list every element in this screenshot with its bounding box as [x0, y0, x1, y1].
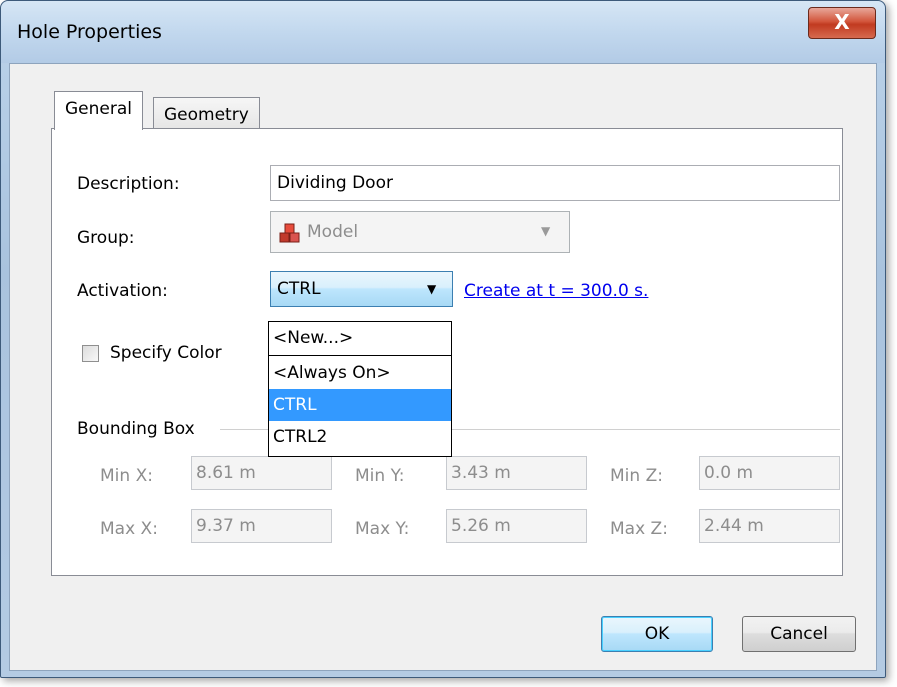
close-icon: X: [834, 10, 850, 34]
activation-dropdown-list: <New...> <Always On> CTRL CTRL2: [268, 321, 452, 457]
min-z-label: Min Z:: [610, 466, 663, 486]
description-input[interactable]: Dividing Door: [270, 165, 840, 201]
specify-color-checkbox[interactable]: [82, 345, 99, 362]
cancel-button-label: Cancel: [770, 624, 828, 644]
dropdown-option-label: CTRL: [273, 395, 317, 415]
max-y-value: 5.26 m: [451, 516, 511, 536]
dialog-title: Hole Properties: [17, 21, 162, 43]
dropdown-separator: [269, 355, 451, 356]
min-x-value: 8.61 m: [196, 463, 256, 483]
hole-properties-dialog: Hole Properties X General Geometry Descr…: [0, 0, 886, 678]
max-x-field[interactable]: 9.37 m: [191, 509, 332, 543]
min-x-field[interactable]: 8.61 m: [191, 456, 332, 490]
cancel-button[interactable]: Cancel: [742, 616, 856, 652]
min-y-value: 3.43 m: [451, 463, 511, 483]
create-event-link[interactable]: Create at t = 300.0 s.: [464, 281, 648, 301]
max-y-field[interactable]: 5.26 m: [446, 509, 587, 543]
min-y-field[interactable]: 3.43 m: [446, 456, 587, 490]
close-button[interactable]: X: [808, 7, 876, 39]
group-select[interactable]: Model ▼: [270, 211, 570, 253]
specify-color-label[interactable]: Specify Color: [110, 343, 222, 363]
activation-select[interactable]: CTRL ▼: [270, 271, 453, 307]
model-blocks-icon: [279, 223, 300, 243]
description-label: Description:: [77, 174, 180, 194]
dropdown-option-new[interactable]: <New...>: [269, 322, 451, 354]
dropdown-option-label: <New...>: [273, 328, 354, 348]
max-z-field[interactable]: 2.44 m: [699, 509, 840, 543]
dropdown-option-label: CTRL2: [273, 427, 328, 447]
dropdown-option-always-on[interactable]: <Always On>: [269, 357, 451, 389]
max-z-value: 2.44 m: [704, 516, 764, 536]
activation-value: CTRL: [277, 279, 321, 299]
dropdown-option-label: <Always On>: [273, 363, 391, 383]
chevron-down-icon: ▼: [541, 224, 551, 238]
dropdown-option-ctrl2[interactable]: CTRL2: [269, 421, 451, 453]
max-z-label: Max Z:: [610, 519, 668, 539]
tab-geometry-label: Geometry: [164, 105, 249, 125]
min-z-value: 0.0 m: [704, 463, 753, 483]
group-label: Group:: [77, 228, 135, 248]
max-x-value: 9.37 m: [196, 516, 256, 536]
group-value: Model: [307, 222, 359, 242]
title-bar[interactable]: Hole Properties X: [1, 1, 885, 63]
tab-geometry[interactable]: Geometry: [153, 97, 260, 132]
dialog-client-area: General Geometry Description: Dividing D…: [9, 63, 877, 671]
min-y-label: Min Y:: [355, 466, 405, 486]
min-z-field[interactable]: 0.0 m: [699, 456, 840, 490]
chevron-down-icon: ▼: [427, 282, 437, 296]
max-y-label: Max Y:: [355, 519, 410, 539]
tab-general[interactable]: General: [54, 91, 143, 130]
bounding-box-title: Bounding Box: [77, 419, 195, 439]
activation-label: Activation:: [77, 281, 168, 301]
dropdown-option-ctrl[interactable]: CTRL: [269, 389, 451, 421]
min-x-label: Min X:: [100, 466, 153, 486]
max-x-label: Max X:: [100, 519, 158, 539]
ok-button-label: OK: [644, 624, 670, 644]
tab-general-label: General: [65, 99, 132, 119]
ok-button[interactable]: OK: [601, 616, 713, 652]
description-value: Dividing Door: [277, 173, 393, 193]
